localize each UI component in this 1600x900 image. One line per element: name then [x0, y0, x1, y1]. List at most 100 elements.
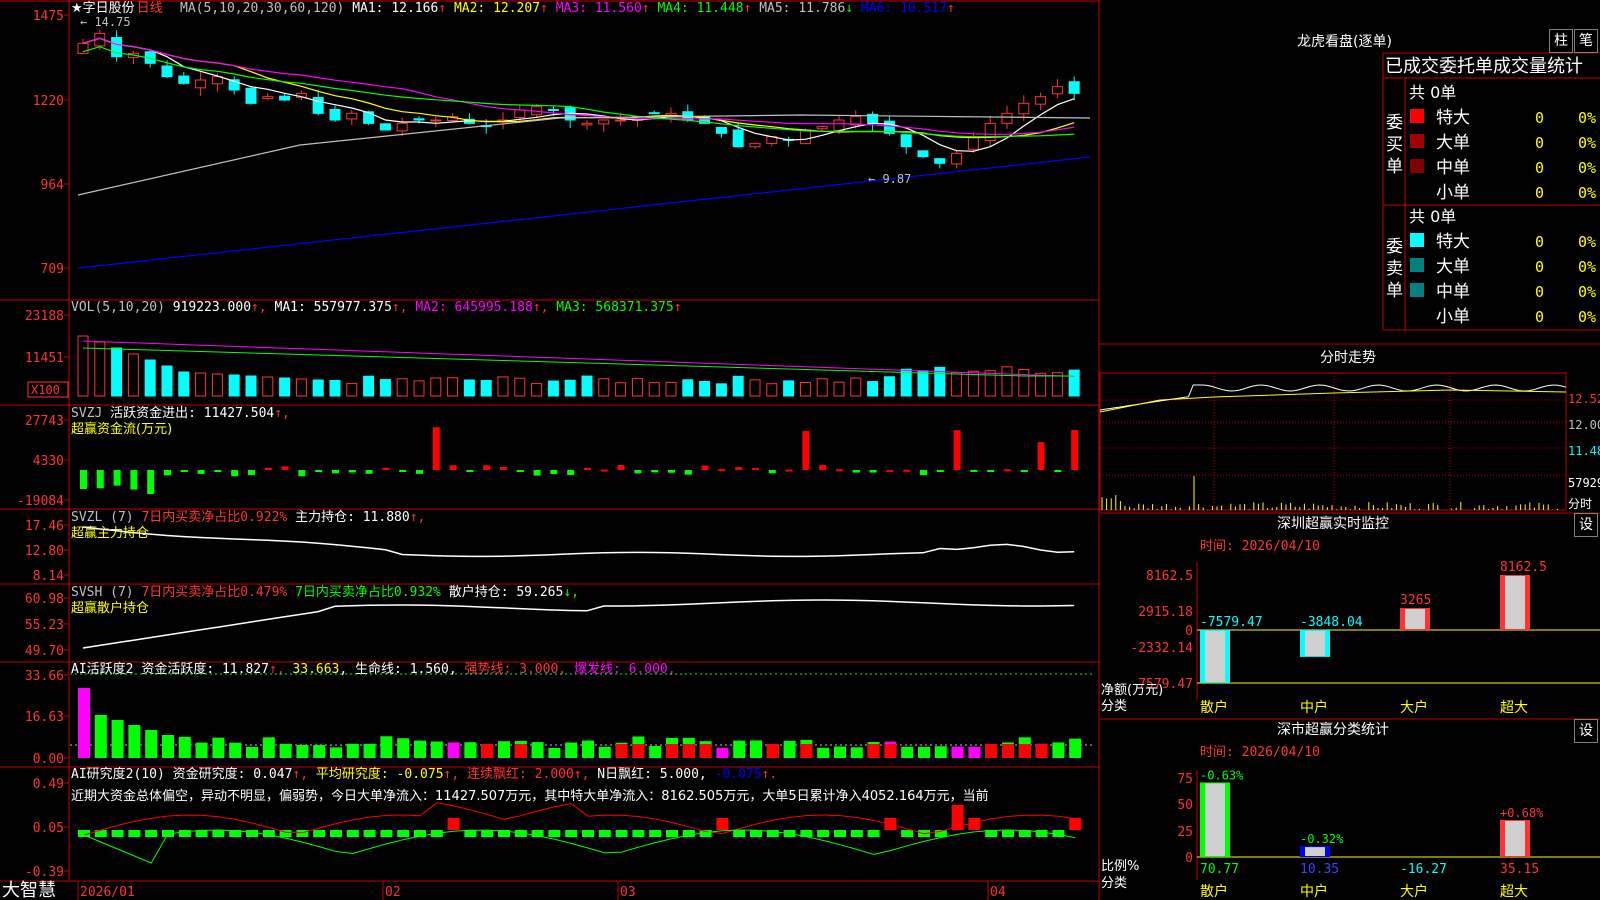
candle-body[interactable]	[1018, 102, 1030, 115]
monitor-bar-highlight	[1505, 576, 1525, 629]
candle-body[interactable]	[833, 119, 845, 132]
candle-body[interactable]	[967, 136, 979, 150]
candle-body[interactable]	[615, 119, 627, 122]
candle-body[interactable]	[1051, 86, 1063, 95]
stat-bar-change: -0.32%	[1300, 832, 1344, 846]
ai1-bar	[94, 715, 107, 758]
ai1-bar	[447, 742, 460, 758]
candle-body[interactable]	[900, 134, 912, 148]
candle-body[interactable]	[648, 112, 660, 115]
svzj-y-axis: 27743 4330 -19084	[17, 414, 69, 509]
svzj-bar	[231, 470, 239, 477]
ai1-bar	[1069, 738, 1082, 758]
svzj-bar	[567, 470, 575, 475]
stat-bar-change: -0.63%	[1200, 768, 1244, 782]
candle-body[interactable]	[178, 75, 190, 84]
candle-body[interactable]	[262, 96, 274, 99]
ai1-bar	[464, 742, 477, 758]
candle-body[interactable]	[514, 109, 526, 119]
ai2-bar	[615, 830, 628, 837]
volume-bar	[413, 380, 425, 397]
candle-body[interactable]	[732, 129, 744, 148]
order-type-label: 小单	[1436, 183, 1470, 203]
candle-body[interactable]	[379, 123, 391, 131]
order-percent: 0%	[1578, 258, 1596, 276]
ai2-bar	[330, 830, 342, 837]
ai1-bar	[78, 688, 90, 758]
candle-body[interactable]	[396, 122, 408, 132]
candle-body[interactable]	[1035, 96, 1047, 105]
candle-body[interactable]	[749, 142, 761, 148]
svzj-bar	[584, 467, 591, 470]
svzj-bar	[516, 470, 524, 472]
ai2-bar	[380, 830, 393, 837]
monitor-bar-chart: 8162.52915.180-2332.14-7579.47-7579.47散户…	[1101, 560, 1600, 716]
candle-body[interactable]	[1001, 112, 1013, 124]
monitor-bar-label: -7579.47	[1200, 615, 1263, 630]
buy-side-label: 委买单	[1386, 113, 1403, 177]
candle-body[interactable]	[245, 87, 257, 104]
ai2-bar	[464, 830, 477, 837]
candle-body[interactable]	[413, 118, 425, 121]
intraday-avg-line	[1099, 389, 1567, 413]
candle-body[interactable]	[715, 127, 727, 134]
y-tick-label: 0.05	[33, 821, 64, 836]
candle-body[interactable]	[211, 76, 223, 85]
order-count: 0	[1535, 283, 1544, 301]
candle-body[interactable]	[161, 65, 173, 78]
tick-view-button[interactable]: 笔	[1574, 29, 1598, 53]
ai2-bar	[850, 830, 863, 837]
intraday-chart[interactable]: 12.52 12.00 11.48 57929 分时	[1099, 372, 1600, 511]
order-color-swatch	[1410, 283, 1424, 297]
volume-bar	[480, 379, 492, 397]
ai1-bar	[380, 736, 393, 758]
volume-bar	[1018, 368, 1030, 397]
candle-body[interactable]	[363, 111, 375, 124]
order-count: 0	[1535, 134, 1544, 152]
volume-bar	[732, 375, 744, 397]
order-type-label: 中单	[1436, 282, 1470, 302]
candle-body[interactable]	[279, 95, 291, 101]
ai1-bar	[968, 746, 981, 758]
order-percent: 0%	[1578, 308, 1596, 326]
y-tick-label: 11451	[25, 351, 64, 366]
monitor-settings-button[interactable]: 设	[1574, 513, 1598, 537]
stat-settings-button[interactable]: 设	[1574, 719, 1598, 743]
candle-body[interactable]	[329, 108, 341, 121]
volume-bar	[1068, 369, 1080, 397]
sell-total: 共 0单	[1409, 207, 1456, 226]
candle-body[interactable]	[951, 152, 963, 165]
candle-body[interactable]	[346, 112, 358, 120]
candle-body[interactable]	[195, 79, 207, 89]
volume-bar	[363, 375, 375, 397]
stock-terminal-canvas[interactable]: ★字日股份 日线 MA(5,10,20,30,60,120) MA1: 12.16…	[0, 0, 1600, 900]
column-view-button[interactable]: 柱	[1549, 29, 1573, 53]
order-color-swatch	[1410, 109, 1424, 123]
ai1-bar	[716, 747, 729, 758]
candle-body[interactable]	[430, 119, 442, 122]
monitor-bar-label: -3848.04	[1300, 615, 1363, 630]
candle-body[interactable]	[581, 122, 593, 126]
candle-body[interactable]	[816, 126, 828, 130]
candlestick-series[interactable]	[77, 29, 1080, 169]
volume-bar	[430, 377, 442, 397]
candle-body[interactable]	[799, 129, 811, 145]
y-tick-label: 1475	[33, 9, 64, 24]
monitor-bar-highlight	[1405, 609, 1425, 629]
svg-text:MA(5,10,20,30,60,120) MA1: 12.: MA(5,10,20,30,60,120) MA1: 12.166↑ MA2: …	[180, 1, 955, 16]
candle-body[interactable]	[598, 119, 610, 125]
vol-y-axis: 23188 11451 X100	[25, 309, 69, 398]
y-tick-label: 964	[41, 178, 65, 193]
candle-body[interactable]	[547, 109, 559, 112]
svsh-y-axis: 60.98 55.23 49.70	[25, 592, 69, 659]
candle-body[interactable]	[77, 42, 89, 54]
volume-bar	[144, 359, 156, 397]
ai1-bar	[414, 740, 426, 758]
svzl-y-axis: 17.46 12.80 8.14	[25, 519, 69, 584]
candle-body[interactable]	[934, 158, 946, 164]
candle-body[interactable]	[1068, 81, 1080, 94]
candle-body[interactable]	[917, 150, 929, 158]
volume-bar	[497, 376, 509, 397]
y-tick-label: 27743	[25, 414, 64, 429]
monitor-category: 超大	[1500, 700, 1528, 716]
